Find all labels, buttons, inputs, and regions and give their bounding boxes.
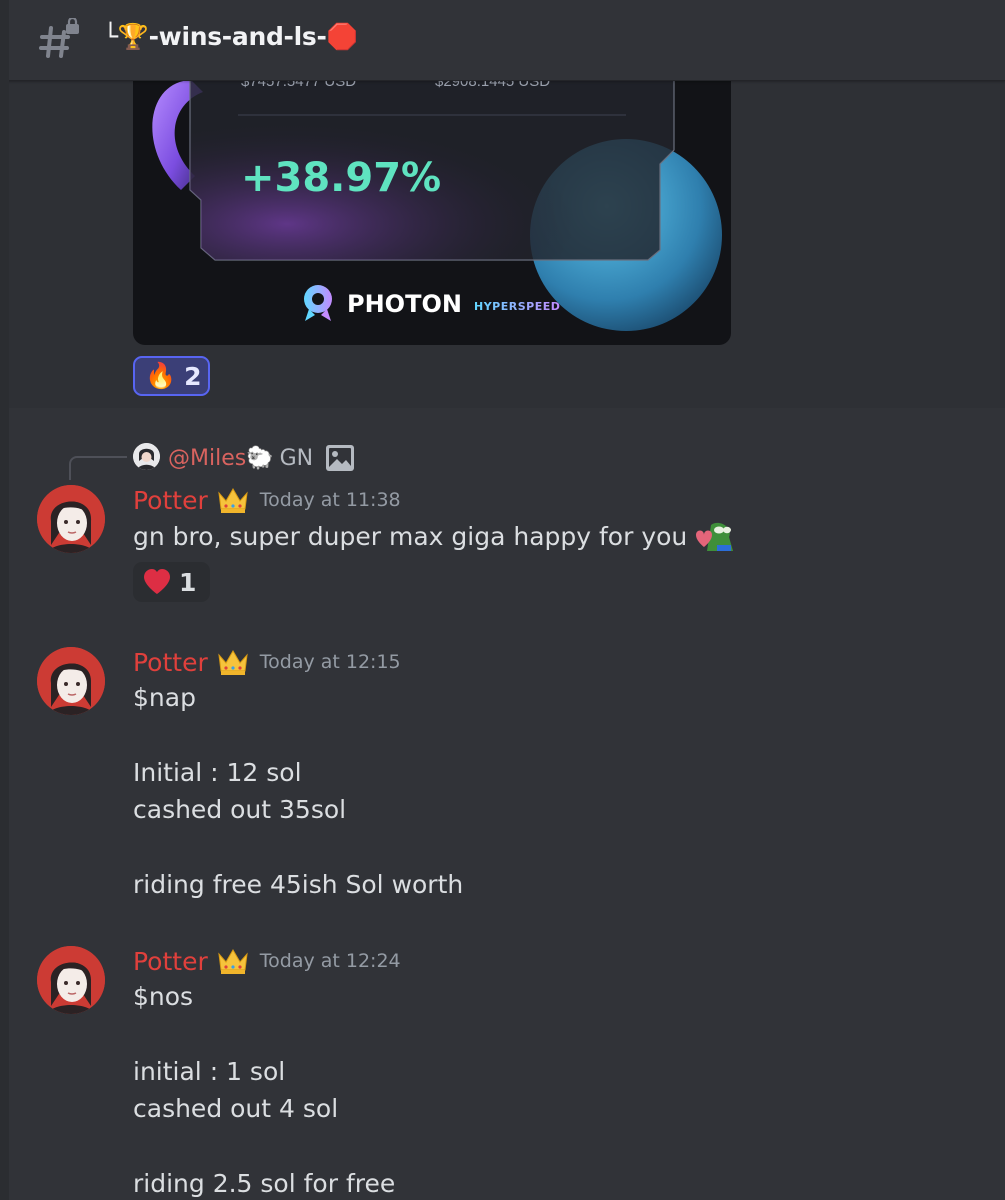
heart-icon: [144, 569, 170, 594]
avatar[interactable]: [37, 647, 105, 715]
pepe-emoji: [696, 522, 734, 551]
reply-spine: [69, 456, 127, 480]
pnl-card-art: $7457.5477 USD $2908.1445 USD +38.97% PH…: [152, 81, 722, 331]
message-header: Potter Today at 12:24: [133, 946, 401, 976]
timestamp: Today at 11:38: [259, 489, 401, 511]
position-value: $2908.1445 USD: [435, 81, 550, 90]
invested-value: $7457.5477 USD: [241, 81, 356, 90]
reply-avatar[interactable]: [133, 443, 160, 470]
reaction-fire[interactable]: 🔥 2: [133, 356, 210, 396]
photon-logo: [304, 285, 332, 321]
reaction-heart[interactable]: 1: [133, 562, 210, 602]
username[interactable]: Potter: [133, 486, 208, 515]
message-line: cashed out 4 sol: [133, 1094, 339, 1123]
channel-header: └🏆-wins-and-ls-🛑: [0, 0, 1005, 81]
crown-icon: [218, 949, 248, 974]
crown-icon: [218, 488, 248, 513]
hyperspeed-label: HYPERSPEED: [474, 300, 560, 313]
avatar[interactable]: [37, 485, 105, 553]
username[interactable]: Potter: [133, 648, 208, 677]
message-content: gn bro, super duper max giga happy for y…: [133, 521, 734, 551]
message-list[interactable]: $7457.5477 USD $2908.1445 USD +38.97% PH…: [0, 81, 1005, 1200]
fire-emoji: 🔥: [145, 361, 177, 390]
message-header: Potter Today at 12:15: [133, 647, 401, 677]
photon-brand: PHOTON: [347, 290, 462, 318]
left-strip: [0, 0, 9, 1200]
pnl-card-image[interactable]: $7457.5477 USD $2908.1445 USD +38.97% PH…: [133, 81, 731, 345]
message-header: Potter Today at 11:38: [133, 485, 401, 515]
reaction-count: 2: [184, 361, 202, 391]
message-line: Initial : 12 sol: [133, 758, 302, 787]
pnl-percent: +38.97%: [241, 155, 441, 201]
timestamp: Today at 12:15: [259, 651, 401, 673]
reply-mention[interactable]: @Miles🐑: [168, 446, 274, 471]
timestamp: Today at 12:24: [259, 950, 401, 972]
reaction-count: 1: [179, 567, 197, 597]
message-line: riding 2.5 sol for free: [133, 1169, 396, 1198]
message-line: $nap: [133, 683, 196, 712]
message-line: initial : 1 sol: [133, 1057, 286, 1086]
message-line: riding free 45ish Sol worth: [133, 870, 464, 899]
channel-name: └🏆-wins-and-ls-🛑: [103, 22, 358, 51]
reply-message: GN: [279, 445, 314, 471]
message-line: $nos: [133, 982, 194, 1011]
image-icon: [326, 445, 355, 471]
reply-preview[interactable]: @Miles🐑 GN: [168, 443, 355, 473]
username[interactable]: Potter: [133, 947, 208, 976]
message-text: gn bro, super duper max giga happy for y…: [133, 521, 688, 551]
avatar[interactable]: [37, 946, 105, 1014]
message-line: cashed out 35sol: [133, 795, 347, 824]
hashtag-lock-icon: [39, 18, 79, 58]
crown-icon: [218, 650, 248, 675]
